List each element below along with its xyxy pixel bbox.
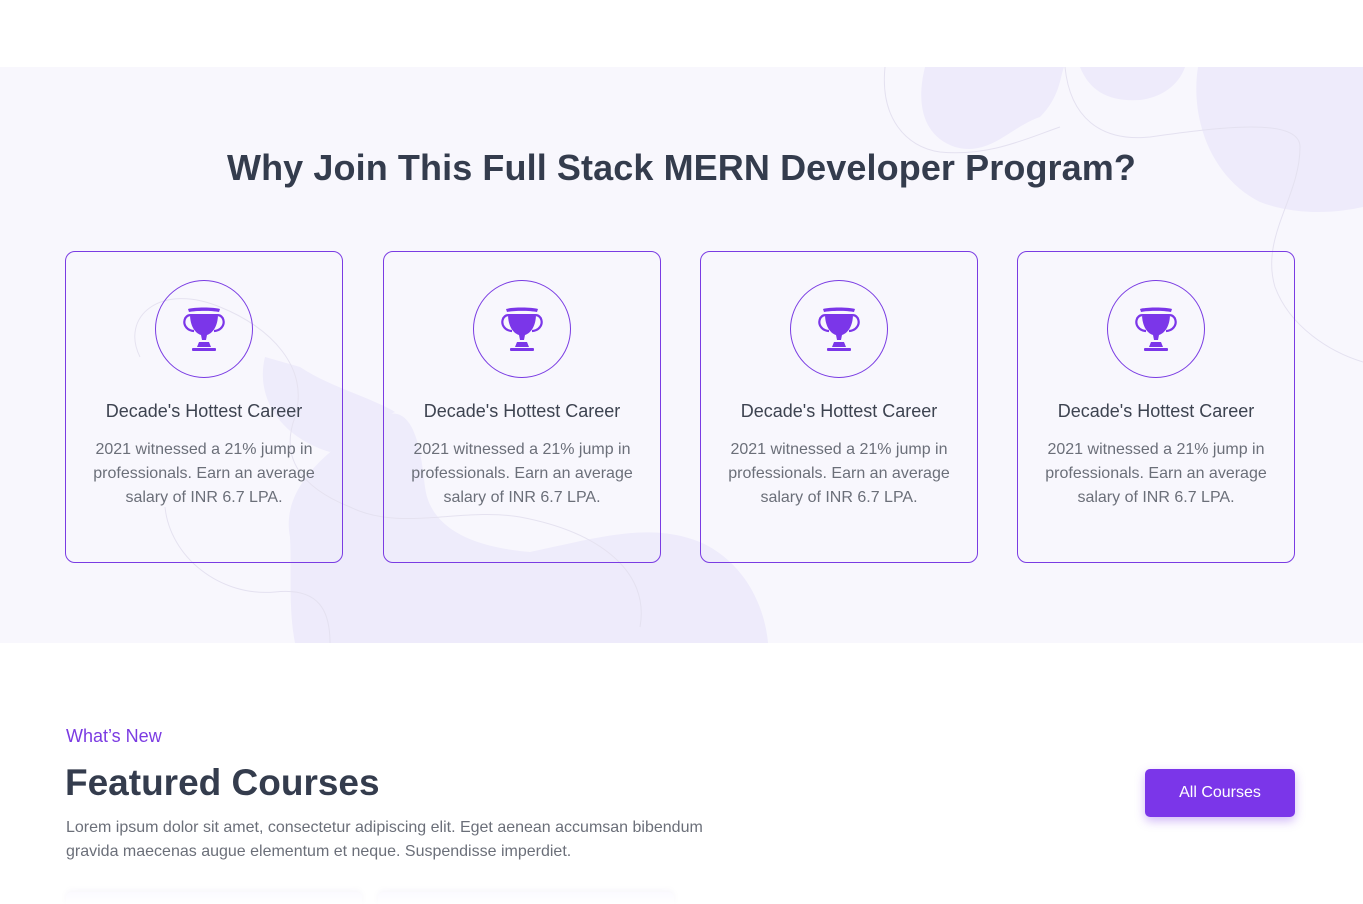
trophy-icon (818, 307, 860, 351)
feature-card: Decade's Hottest Career 2021 witnessed a… (65, 251, 343, 563)
card-title: Decade's Hottest Career (1057, 401, 1255, 421)
icon-circle (155, 280, 253, 378)
card-description: 2021 witnessed a 21% jump in professiona… (1045, 441, 1267, 506)
feature-card: Decade's Hottest Career 2021 witnessed a… (1017, 251, 1295, 563)
feature-card: Decade's Hottest Career 2021 witnessed a… (383, 251, 661, 563)
trophy-icon (1135, 307, 1177, 351)
card-description: 2021 witnessed a 21% jump in professiona… (93, 441, 315, 506)
section-eyebrow: What’s New (66, 726, 162, 746)
featured-courses-title: Featured Courses (65, 762, 380, 803)
all-courses-button[interactable]: All Courses (1145, 769, 1295, 817)
course-card-peek[interactable] (66, 892, 362, 904)
course-card-peek[interactable] (378, 892, 674, 904)
section-title: Why Join This Full Stack MERN Developer … (227, 147, 1136, 188)
trophy-icon (501, 307, 543, 351)
icon-circle (1107, 280, 1205, 378)
feature-card: Decade's Hottest Career 2021 witnessed a… (700, 251, 978, 563)
icon-circle (790, 280, 888, 378)
why-join-section: Why Join This Full Stack MERN Developer … (0, 67, 1363, 643)
card-title: Decade's Hottest Career (423, 401, 621, 421)
card-title: Decade's Hottest Career (740, 401, 938, 421)
trophy-icon (183, 307, 225, 351)
icon-circle (473, 280, 571, 378)
card-title: Decade's Hottest Career (105, 401, 303, 421)
card-description: 2021 witnessed a 21% jump in professiona… (411, 441, 633, 506)
featured-courses-description: Lorem ipsum dolor sit amet, consectetur … (66, 819, 703, 860)
card-description: 2021 witnessed a 21% jump in professiona… (728, 441, 950, 506)
